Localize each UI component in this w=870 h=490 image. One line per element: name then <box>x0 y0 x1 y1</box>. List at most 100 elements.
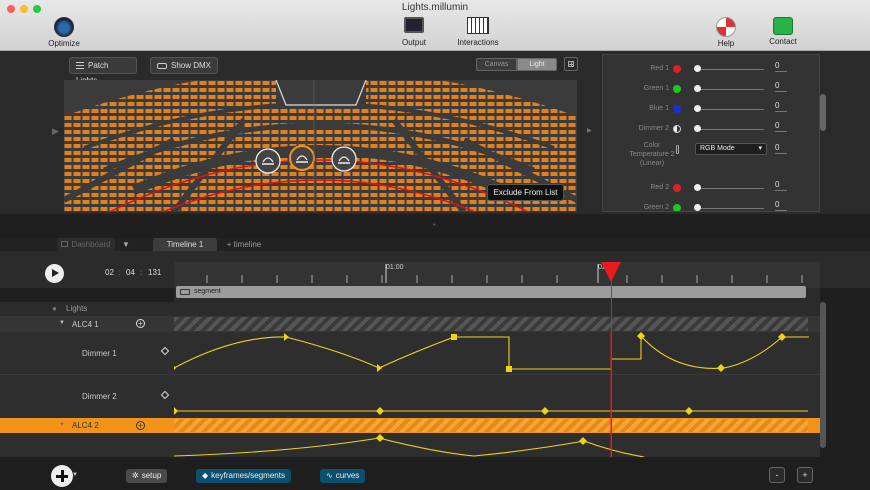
gauge-icon <box>54 17 74 37</box>
setup-label: setup <box>141 471 162 480</box>
value-slider-track[interactable] <box>696 69 764 70</box>
expand-triangle-icon[interactable]: ▼ <box>59 320 65 326</box>
canvas-view-toggle[interactable]: Canvas <box>476 58 517 71</box>
ruler-ticks <box>206 264 803 283</box>
bulb-icon: ● <box>52 304 57 313</box>
interactions-button[interactable]: Interactions <box>455 17 501 47</box>
value-slider-knob[interactable] <box>694 184 701 191</box>
add-timeline-tab[interactable]: + timeline <box>224 238 264 251</box>
show-dmx-label: Show DMX <box>171 61 212 70</box>
property-label: Green 1 <box>643 85 669 92</box>
resize-handle-icon[interactable]: • <box>433 222 435 229</box>
property-label: Color Temperature 2 (Linear) <box>629 142 675 167</box>
value-underline <box>775 131 787 132</box>
dashboard-icon <box>61 241 69 247</box>
curves-button[interactable]: ∿ curves <box>320 469 366 483</box>
lights-label: Lights <box>66 304 88 313</box>
dashboard-label: Dashboard <box>71 240 111 249</box>
property-value[interactable]: 0 <box>775 143 779 152</box>
property-row[interactable]: Red 2 0 <box>603 180 819 198</box>
value-slider-knob[interactable] <box>694 85 701 92</box>
value-slider-track[interactable] <box>696 129 764 130</box>
value-underline <box>775 91 787 92</box>
tab-timeline-1[interactable]: Timeline 1 <box>153 238 217 251</box>
timecode-sep: : <box>118 268 121 277</box>
contact-label: Contact <box>769 37 797 46</box>
value-underline <box>775 153 787 154</box>
value-slider-track[interactable] <box>696 188 764 189</box>
color-swatch-icon <box>673 85 681 93</box>
properties-scrollbar[interactable] <box>820 94 826 131</box>
help-button[interactable]: Help <box>710 17 742 48</box>
property-value[interactable]: 0 <box>775 121 779 130</box>
zoom-out-button[interactable]: - <box>769 467 785 483</box>
zoom-in-button[interactable]: + <box>797 467 813 483</box>
property-value[interactable]: 0 <box>775 101 779 110</box>
color-mode-select[interactable]: RGB Mode ▾ <box>695 143 767 155</box>
exclude-from-list-tooltip[interactable]: Exclude From List <box>487 184 564 201</box>
group-label: ALC4 1 <box>72 320 99 329</box>
property-row[interactable]: Green 2 0 <box>603 200 819 211</box>
property-row[interactable]: Blue 1 0 <box>603 101 819 119</box>
value-slider-track[interactable] <box>696 89 764 90</box>
tab-bar: Dashboard ▼ Timeline 1 + timeline <box>0 238 870 251</box>
dmx-icon <box>157 62 167 69</box>
patch-lights-button[interactable]: Patch Lights <box>69 57 137 85</box>
light-view-toggle[interactable]: Light <box>517 58 557 71</box>
setup-button[interactable]: ✲ setup <box>126 469 168 483</box>
keyframes-label: keyframes/segments <box>211 471 285 480</box>
keyframe-diamond-icon[interactable] <box>160 346 170 356</box>
monitor-icon <box>404 17 424 33</box>
collapse-right-arrow-icon[interactable]: ▶ <box>587 127 592 134</box>
property-row[interactable]: Color Temperature 2 (Linear) RGB Mode ▾ 0 <box>603 142 819 167</box>
property-label: Dimmer 2 <box>638 125 669 132</box>
color-swatch-icon <box>673 65 681 73</box>
optimize-button[interactable]: Optimize <box>44 17 84 48</box>
add-track-icon[interactable]: + <box>136 319 145 328</box>
value-slider-track[interactable] <box>696 109 764 110</box>
property-value[interactable]: 0 <box>775 180 779 189</box>
automation-curves[interactable] <box>174 332 820 457</box>
thermometer-icon <box>676 145 679 154</box>
property-label: Red 2 <box>650 184 669 191</box>
property-value[interactable]: 0 <box>775 61 779 70</box>
value-slider-knob[interactable] <box>694 65 701 72</box>
expand-triangle-icon[interactable]: ▼ <box>59 422 65 428</box>
property-label: Blue 1 <box>649 105 669 112</box>
play-button[interactable] <box>45 264 64 283</box>
keyframes-segments-button[interactable]: ◆ keyframes/segments <box>196 469 291 483</box>
property-row[interactable]: Dimmer 2 0 <box>603 121 819 139</box>
timecode-sep: : <box>140 268 143 277</box>
value-slider-track[interactable] <box>696 208 764 209</box>
color-swatch-icon <box>673 105 681 113</box>
keyframe-icon: ◆ <box>202 471 209 480</box>
contact-button[interactable]: Contact <box>765 17 801 46</box>
property-row[interactable]: Red 1 0 <box>603 61 819 79</box>
value-underline <box>775 71 787 72</box>
property-label: Green 2 <box>643 204 669 211</box>
chevron-down-icon: ▾ <box>758 145 762 152</box>
value-slider-knob[interactable] <box>694 105 701 112</box>
tab-dashboard[interactable]: Dashboard <box>57 238 115 251</box>
value-slider-knob[interactable] <box>694 204 701 211</box>
property-value[interactable]: 0 <box>775 81 779 90</box>
add-layer-menu-chevron-icon[interactable]: ▼ <box>72 472 78 478</box>
property-row[interactable]: Green 1 0 <box>603 81 819 99</box>
list-icon <box>76 62 84 70</box>
value-underline <box>775 190 787 191</box>
add-track-icon[interactable]: + <box>136 421 145 430</box>
keyframe-diamond-icon[interactable] <box>160 390 170 400</box>
value-slider-knob[interactable] <box>694 125 701 132</box>
add-layer-button[interactable] <box>51 465 73 487</box>
collapse-left-arrow-icon[interactable]: ▶ <box>52 126 59 137</box>
tab-menu-chevron-icon[interactable]: ▼ <box>121 238 131 251</box>
timecode-seconds: 04 <box>126 268 135 277</box>
property-value[interactable]: 0 <box>775 200 779 209</box>
timeline-scrollbar[interactable] <box>820 302 826 448</box>
interactions-label: Interactions <box>457 38 499 47</box>
output-button[interactable]: Output <box>396 17 432 47</box>
show-dmx-button[interactable]: Show DMX <box>150 57 218 74</box>
curve-icon: ∿ <box>326 471 333 480</box>
window-title: Lights.millumin <box>401 2 469 13</box>
grid-view-button[interactable] <box>564 57 578 71</box>
